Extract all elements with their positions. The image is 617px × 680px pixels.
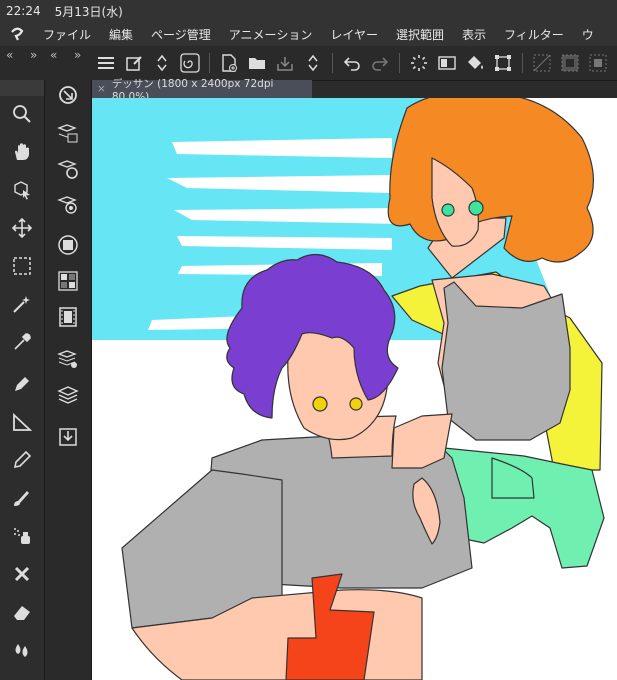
magic-wand-icon[interactable] bbox=[8, 290, 36, 318]
updown-arrows-icon[interactable] bbox=[301, 51, 325, 75]
command-bar bbox=[92, 48, 612, 78]
deselect-icon[interactable] bbox=[530, 51, 554, 75]
zoom-icon[interactable] bbox=[8, 100, 36, 128]
canvas-artwork bbox=[92, 98, 617, 680]
transform-icon[interactable] bbox=[491, 51, 515, 75]
color-set-icon[interactable] bbox=[53, 266, 83, 296]
brush-icon[interactable] bbox=[8, 484, 36, 512]
menu-selection[interactable]: 選択範囲 bbox=[396, 26, 444, 43]
menu-bar: ファイル 編集 ページ管理 アニメーション レイヤー 選択範囲 表示 フィルター… bbox=[0, 22, 617, 46]
toolbar-separator bbox=[399, 53, 400, 73]
collapse-right-icon[interactable]: » bbox=[30, 48, 37, 62]
collapse-left-icon[interactable]: « bbox=[6, 48, 13, 62]
tool-palette bbox=[0, 80, 45, 680]
crop-selection-icon[interactable] bbox=[586, 51, 610, 75]
hamburger-menu-icon[interactable] bbox=[94, 51, 118, 75]
spiral-icon[interactable] bbox=[178, 51, 202, 75]
toolbar-separator bbox=[209, 53, 210, 73]
menu-file[interactable]: ファイル bbox=[43, 26, 91, 43]
collapse-left-icon[interactable]: « bbox=[50, 48, 57, 62]
menu-page[interactable]: ページ管理 bbox=[151, 26, 211, 43]
updown-arrows-icon[interactable] bbox=[150, 51, 174, 75]
invert-selection-icon[interactable] bbox=[558, 51, 582, 75]
marquee-selection-icon[interactable] bbox=[8, 252, 36, 280]
close-tab-icon[interactable]: × bbox=[97, 83, 106, 95]
sub-tool-palette bbox=[45, 80, 92, 680]
layers-icon[interactable] bbox=[53, 380, 83, 410]
pencil-icon[interactable] bbox=[8, 446, 36, 474]
menu-window[interactable]: ウ bbox=[582, 26, 594, 43]
layer-settings-icon[interactable] bbox=[53, 154, 83, 184]
eraser-icon[interactable] bbox=[8, 598, 36, 626]
drawing-canvas[interactable] bbox=[92, 98, 617, 680]
menu-animation[interactable]: アニメーション bbox=[229, 26, 313, 43]
color-square-icon[interactable] bbox=[53, 230, 83, 260]
navigator-icon[interactable] bbox=[53, 80, 83, 110]
layer-property-icon[interactable] bbox=[53, 118, 83, 148]
loading-spinner-icon[interactable] bbox=[407, 51, 431, 75]
fill-drops-icon[interactable] bbox=[8, 636, 36, 664]
undo-icon[interactable] bbox=[340, 51, 364, 75]
menu-layer[interactable]: レイヤー bbox=[330, 26, 378, 43]
edit-layer-icon[interactable] bbox=[122, 51, 146, 75]
status-date: 5月13日(水) bbox=[54, 4, 123, 19]
layer-search-icon[interactable] bbox=[53, 190, 83, 220]
toolbar-separator bbox=[522, 53, 523, 73]
timeline-film-icon[interactable] bbox=[53, 302, 83, 332]
menu-filter[interactable]: フィルター bbox=[504, 26, 564, 43]
fill-bucket-icon[interactable] bbox=[463, 51, 487, 75]
open-folder-icon[interactable] bbox=[245, 51, 269, 75]
import-icon[interactable] bbox=[53, 422, 83, 452]
airbrush-icon[interactable] bbox=[8, 522, 36, 550]
toolbar-separator bbox=[332, 53, 333, 73]
layer-stack-settings-icon[interactable] bbox=[53, 344, 83, 374]
menu-view[interactable]: 表示 bbox=[462, 26, 486, 43]
redo-icon[interactable] bbox=[368, 51, 392, 75]
collapse-right-icon[interactable]: » bbox=[74, 48, 81, 62]
pen-icon[interactable] bbox=[8, 370, 36, 398]
move-icon[interactable] bbox=[8, 214, 36, 242]
hand-icon[interactable] bbox=[8, 138, 36, 166]
palette-tab[interactable] bbox=[0, 80, 44, 96]
save-icon[interactable] bbox=[273, 51, 297, 75]
status-time: 22:24 bbox=[6, 4, 41, 18]
ios-status-bar: 22:24 5月13日(水) bbox=[0, 0, 617, 22]
document-tab[interactable]: × デッサン (1800 x 2400px 72dpi 80.0%) bbox=[92, 78, 312, 103]
object-selection-icon[interactable] bbox=[8, 176, 36, 204]
app-logo-icon[interactable] bbox=[6, 23, 28, 45]
clear-layer-icon[interactable] bbox=[435, 51, 459, 75]
eyedropper-icon[interactable] bbox=[8, 328, 36, 356]
ruler-triangle-icon[interactable] bbox=[8, 408, 36, 436]
menu-edit[interactable]: 編集 bbox=[109, 26, 133, 43]
blend-icon[interactable] bbox=[8, 560, 36, 588]
new-file-icon[interactable] bbox=[217, 51, 241, 75]
